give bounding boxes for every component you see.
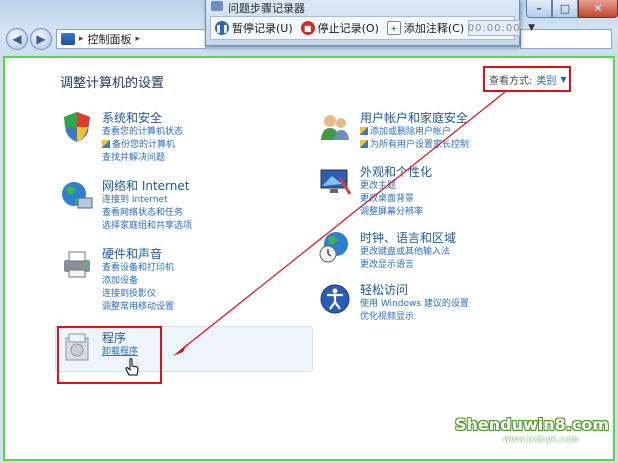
category-title[interactable]: 用户帐户和家庭安全 — [360, 110, 580, 126]
category-title[interactable]: 时钟、语言和区域 — [360, 230, 580, 246]
category-link[interactable]: 调整常用移动设置 — [102, 301, 322, 314]
category-link[interactable]: 添加设备 — [102, 275, 322, 288]
view-by-label: 查看方式: — [489, 75, 533, 87]
pause-record-button[interactable]: ❚❚ 暂停记录(U) — [215, 20, 293, 36]
view-by-selector[interactable]: 查看方式: 类别 ▼ — [483, 66, 571, 92]
category-link[interactable]: 查找并解决问题 — [102, 152, 322, 165]
category-link[interactable]: 更改显示语言 — [360, 259, 580, 272]
category-link[interactable]: 使用 Windows 建议的设置 — [360, 298, 580, 311]
close-button[interactable]: ✕ — [578, 0, 618, 18]
watermark-sub: www.lxdnyk.com — [503, 435, 579, 445]
shield-icon — [64, 112, 90, 142]
dropdown-chevron-icon[interactable]: ▼ — [528, 23, 535, 33]
steps-recorder-toolbar: ❚❚ 暂停记录(U) ■ 停止记录(O) + 添加注释(C) 00:00:00 … — [210, 16, 535, 40]
pause-icon: ❚❚ — [215, 21, 229, 35]
stop-record-button[interactable]: ■ 停止记录(O) — [300, 20, 379, 36]
category-link[interactable]: 为所有用户设置家长控制 — [360, 139, 580, 152]
forward-button[interactable]: ▶ — [30, 28, 52, 50]
appearance-icon — [320, 169, 352, 195]
category-link[interactable]: 更改桌面背景 — [360, 193, 580, 206]
breadcrumb-control-panel[interactable]: 控制面板 — [88, 31, 132, 47]
view-by-value[interactable]: 类别 — [536, 72, 556, 87]
category-link[interactable]: 查看设备和打印机 — [102, 262, 322, 275]
accessibility-icon — [320, 284, 350, 314]
hand-pointer-icon — [125, 358, 139, 376]
back-button[interactable]: ◀ — [6, 28, 28, 50]
steps-recorder-window: 问题步骤记录器 ❚❚ 暂停记录(U) ■ 停止记录(O) + 添加注释(C) 0… — [205, 0, 535, 46]
category-link[interactable]: 查看网络状态和任务 — [102, 207, 322, 220]
users-icon — [321, 115, 349, 140]
steps-recorder-icon — [211, 1, 223, 11]
maximize-button[interactable]: □ — [552, 0, 578, 18]
category-link[interactable]: 备份您的计算机 — [102, 139, 322, 152]
record-timer: 00:00:00 — [468, 20, 521, 36]
category-title[interactable]: 轻松访问 — [360, 282, 580, 298]
category-link[interactable]: 更改键盘或其他输入法 — [360, 246, 580, 259]
forward-arrow-icon: ▶ — [36, 32, 46, 46]
category-link[interactable]: 查看您的计算机状态 — [102, 126, 322, 139]
chevron-down-icon[interactable]: ▼ — [560, 75, 566, 84]
page-title: 调整计算机的设置 — [60, 76, 165, 91]
globe-network-icon — [62, 182, 93, 209]
programs-highlight-frame — [57, 326, 162, 384]
steps-recorder-title: 问题步骤记录器 — [228, 2, 305, 15]
minimize-button[interactable]: – — [526, 0, 552, 18]
category-link[interactable]: 优化视频显示 — [360, 311, 580, 324]
breadcrumb-separator[interactable]: ▸ — [136, 34, 141, 44]
stop-icon: ■ — [300, 21, 315, 35]
breadcrumb-separator: ▸ — [79, 34, 84, 44]
category-link[interactable]: 连接到投影仪 — [102, 288, 322, 301]
pause-record-label: 暂停记录(U) — [232, 22, 293, 35]
category-title[interactable]: 网络和 Internet — [102, 178, 322, 194]
control-panel-content: 调整计算机的设置 查看方式: 类别 ▼ 系统和安全 查看您的计算机状态 备份您的… — [3, 56, 615, 461]
category-link[interactable]: 连接到 Internet — [102, 194, 322, 207]
comment-icon: + — [386, 21, 401, 35]
add-comment-label: 添加注释(C) — [403, 22, 465, 35]
printer-icon — [64, 251, 90, 278]
address-bar[interactable]: ▸ 控制面板 ▸ — [56, 29, 206, 49]
control-panel-icon — [61, 33, 75, 45]
watermark-site: Shenduwin8.com — [455, 415, 610, 434]
add-comment-button[interactable]: + 添加注释(C) — [386, 20, 465, 36]
category-link[interactable]: 更改主题 — [360, 180, 580, 193]
back-arrow-icon: ◀ — [12, 32, 22, 46]
category-title[interactable]: 外观和个性化 — [360, 164, 580, 180]
clock-globe-icon — [319, 232, 348, 263]
category-link[interactable]: 调整屏幕分辨率 — [360, 206, 580, 219]
stop-record-label: 停止记录(O) — [317, 22, 379, 35]
window-controls: – □ ✕ — [526, 0, 618, 20]
category-link[interactable]: 选择家庭组和共享选项 — [102, 220, 322, 233]
category-title[interactable]: 硬件和声音 — [102, 246, 322, 262]
category-title[interactable]: 系统和安全 — [102, 110, 322, 126]
watermark: Shenduwin8.com www.lxdnyk.com — [455, 405, 609, 449]
category-link[interactable]: 添加或删除用户帐户 — [360, 126, 580, 139]
